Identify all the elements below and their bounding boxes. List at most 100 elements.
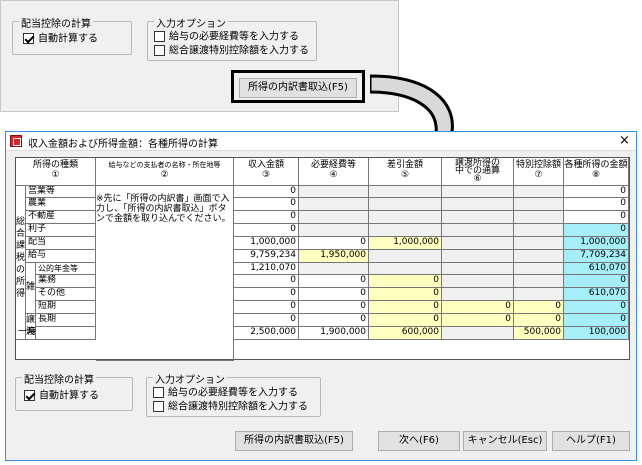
cell-diff[interactable]: 600,000 [369,327,442,340]
auto-calc-label: 自動計算する [38,33,98,45]
income-calc-window: 収入金額および所得金額：各種所得の計算 × 所得の種類 ① 給与などの支払者の名称… [5,131,637,461]
checkbox-checked-icon[interactable] [24,390,35,401]
cell-expense[interactable]: 0 [299,288,369,301]
cell-expense[interactable]: 0 [299,314,369,327]
cell-special [514,288,564,301]
option-salary-expense[interactable]: 給与の必要経費等を入力する [154,31,299,44]
cell-special[interactable]: 500,000 [514,327,564,340]
close-icon[interactable]: × [619,133,630,148]
dividend-group-bottom-label: 配当控除の計算 [22,371,96,386]
cell-diff[interactable]: 0 [369,314,442,327]
checkbox-icon[interactable] [153,387,164,398]
header-income-label: 収入金額 [247,160,284,170]
auto-calc-checkbox[interactable]: 自動計算する [23,33,98,46]
cell-special [514,186,564,198]
header-type-label: 所得の種類 [32,160,78,170]
app-icon [10,135,22,147]
row-label: 給与 [26,250,96,263]
cell-transfer [442,237,514,250]
option-transfer-deduction-label: 総合譲渡特別控除額を入力する [169,45,309,57]
cell-amount[interactable]: 610,070 [564,288,629,301]
cell-diff[interactable]: 0 [369,275,442,288]
cell-amount[interactable]: 0 [564,275,629,288]
cell-transfer [442,288,514,301]
cell-diff [369,198,442,211]
cell-amount[interactable]: 0 [564,186,629,198]
cell-diff [369,263,442,275]
cell-expense[interactable]: 0 [299,237,369,250]
title-bar: 収入金額および所得金額：各種所得の計算 × [6,132,636,151]
cell-income[interactable]: 0 [234,314,299,327]
cell-amount[interactable]: 1,000,000 [564,237,629,250]
cell-expense [299,263,369,275]
next-button[interactable]: 次へ(F6) [378,431,460,451]
cell-expense[interactable]: 1,950,000 [299,250,369,263]
checkbox-icon[interactable] [153,401,164,412]
cell-income[interactable]: 0 [234,288,299,301]
auto-calc-checkbox-bottom[interactable]: 自動計算する [24,390,99,403]
cell-income[interactable]: 0 [234,198,299,211]
cell-income[interactable]: 2,500,000 [234,327,299,340]
cell-income[interactable]: 1,210,070 [234,263,299,275]
cell-amount[interactable]: 0 [564,198,629,211]
option-salary-expense-bottom-label: 給与の必要経費等を入力する [168,387,298,399]
row-label: 業務 [36,275,96,288]
cell-amount[interactable]: 610,070 [564,263,629,275]
option-salary-expense-bottom[interactable]: 給与の必要経費等を入力する [153,387,298,400]
checkbox-checked-icon[interactable] [23,33,34,44]
checkbox-icon[interactable] [154,45,165,56]
header-amount-label: 各種所得の金額 [564,160,628,170]
cell-amount[interactable]: 0 [564,314,629,327]
cell-expense[interactable]: 1,900,000 [299,327,369,340]
cell-income[interactable]: 0 [234,211,299,224]
cell-special [514,250,564,263]
row-label: 農業 [26,198,96,211]
header-amount-no: ⑧ [591,170,601,180]
import-breakdown-button-bottom[interactable]: 所得の内訳書取込(F5) [235,431,353,451]
income-table: 所得の種類 ① 給与などの支払者の名称・所在地等 ② 収入金額 ③ 必要経費等 ④ 差引… [15,157,630,361]
cell-income[interactable]: 0 [234,301,299,314]
cell-special[interactable]: 0 [514,301,564,314]
cell-diff [369,250,442,263]
cell-amount[interactable]: 0 [564,301,629,314]
checkbox-icon[interactable] [154,31,165,42]
cell-income[interactable]: 9,759,234 [234,250,299,263]
cell-income[interactable]: 0 [234,224,299,237]
side-label-general: 総合課税の所得 [16,186,26,340]
row-label: 長期 [36,314,96,327]
header-type: 所得の種類 ① [16,158,96,186]
cell-transfer[interactable]: 0 [442,301,514,314]
cell-special [514,275,564,288]
cell-expense[interactable]: 0 [299,301,369,314]
cell-special[interactable]: 0 [514,314,564,327]
input-options-label: 入力オプション [154,15,228,30]
option-transfer-deduction[interactable]: 総合譲渡特別控除額を入力する [154,45,309,58]
input-options-group: 入力オプション 給与の必要経費等を入力する 総合譲渡特別控除額を入力する [147,15,317,61]
header-transfer-no: ⑥ [473,174,482,184]
cell-diff[interactable]: 1,000,000 [369,237,442,250]
cell-amount[interactable]: 0 [564,224,629,237]
input-options-group-bottom: 入力オプション 給与の必要経費等を入力する 総合譲渡特別控除額を入力する [146,371,321,417]
header-payer-no: ② [160,170,169,180]
cell-transfer[interactable]: 0 [442,314,514,327]
cell-amount[interactable]: 100,000 [564,327,629,340]
header-diff-no: ⑤ [400,170,410,180]
cell-amount[interactable]: 0 [564,211,629,224]
cancel-button[interactable]: キャンセル(Esc) [463,431,547,451]
header-payer-label: 給与などの支払者の名称・所在地等 [108,161,221,169]
header-income-no: ③ [261,170,271,180]
cell-diff[interactable]: 0 [369,301,442,314]
cell-transfer [442,198,514,211]
cell-income[interactable]: 0 [234,186,299,198]
header-transfer: 譲渡所得の 中での通算 ⑥ [442,158,514,186]
cell-income[interactable]: 1,000,000 [234,237,299,250]
help-button[interactable]: ヘルプ(F1) [552,431,630,451]
option-transfer-deduction-bottom[interactable]: 総合譲渡特別控除額を入力する [153,401,308,414]
header-type-no: ① [51,170,60,180]
cell-expense[interactable]: 0 [299,275,369,288]
cell-income[interactable]: 0 [234,275,299,288]
cell-diff[interactable]: 0 [369,288,442,301]
cell-transfer [442,263,514,275]
auto-calc-bottom-label: 自動計算する [39,390,99,402]
cell-amount[interactable]: 7,709,234 [564,250,629,263]
